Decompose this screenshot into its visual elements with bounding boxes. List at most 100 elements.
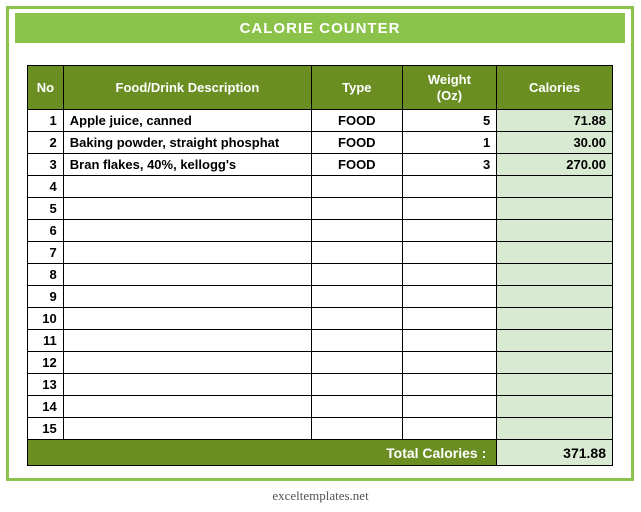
cell-weight[interactable] bbox=[402, 220, 497, 242]
cell-type[interactable] bbox=[312, 374, 402, 396]
cell-type[interactable] bbox=[312, 330, 402, 352]
title-bar: CALORIE COUNTER bbox=[15, 13, 625, 43]
cell-description[interactable] bbox=[63, 396, 311, 418]
cell-description[interactable] bbox=[63, 220, 311, 242]
cell-no[interactable]: 5 bbox=[28, 198, 64, 220]
table-row: 13 bbox=[28, 374, 613, 396]
cell-type[interactable] bbox=[312, 352, 402, 374]
total-value: 371.88 bbox=[497, 440, 613, 466]
cell-no[interactable]: 8 bbox=[28, 264, 64, 286]
table-row: 4 bbox=[28, 176, 613, 198]
header-calories: Calories bbox=[497, 66, 613, 110]
cell-weight[interactable] bbox=[402, 330, 497, 352]
cell-description[interactable]: Bran flakes, 40%, kellogg's bbox=[63, 154, 311, 176]
cell-calories: 71.88 bbox=[497, 110, 613, 132]
cell-no[interactable]: 15 bbox=[28, 418, 64, 440]
cell-weight[interactable] bbox=[402, 242, 497, 264]
cell-description[interactable]: Baking powder, straight phosphat bbox=[63, 132, 311, 154]
cell-weight[interactable] bbox=[402, 176, 497, 198]
cell-calories: 30.00 bbox=[497, 132, 613, 154]
cell-weight[interactable] bbox=[402, 286, 497, 308]
cell-weight[interactable] bbox=[402, 264, 497, 286]
cell-calories bbox=[497, 396, 613, 418]
cell-weight[interactable] bbox=[402, 374, 497, 396]
cell-description[interactable] bbox=[63, 418, 311, 440]
cell-description[interactable] bbox=[63, 330, 311, 352]
calorie-counter-frame: CALORIE COUNTER No Food/Drink Descriptio… bbox=[6, 6, 634, 481]
cell-weight[interactable] bbox=[402, 198, 497, 220]
cell-no[interactable]: 6 bbox=[28, 220, 64, 242]
header-type: Type bbox=[312, 66, 402, 110]
cell-no[interactable]: 11 bbox=[28, 330, 64, 352]
cell-type[interactable] bbox=[312, 220, 402, 242]
cell-description[interactable] bbox=[63, 242, 311, 264]
header-no: No bbox=[28, 66, 64, 110]
total-row: Total Calories : 371.88 bbox=[28, 440, 613, 466]
cell-calories bbox=[497, 176, 613, 198]
cell-type[interactable]: FOOD bbox=[312, 132, 402, 154]
cell-type[interactable] bbox=[312, 264, 402, 286]
cell-type[interactable] bbox=[312, 242, 402, 264]
table-row: 2Baking powder, straight phosphatFOOD130… bbox=[28, 132, 613, 154]
calorie-table: No Food/Drink Description Type Weight (O… bbox=[27, 65, 613, 466]
cell-type[interactable] bbox=[312, 198, 402, 220]
cell-weight[interactable] bbox=[402, 352, 497, 374]
cell-no[interactable]: 1 bbox=[28, 110, 64, 132]
table-row: 12 bbox=[28, 352, 613, 374]
cell-no[interactable]: 4 bbox=[28, 176, 64, 198]
table-row: 15 bbox=[28, 418, 613, 440]
header-description: Food/Drink Description bbox=[63, 66, 311, 110]
cell-description[interactable] bbox=[63, 198, 311, 220]
footer-credit: exceltemplates.net bbox=[0, 488, 641, 504]
cell-no[interactable]: 2 bbox=[28, 132, 64, 154]
total-label: Total Calories : bbox=[28, 440, 497, 466]
cell-type[interactable]: FOOD bbox=[312, 110, 402, 132]
cell-type[interactable] bbox=[312, 308, 402, 330]
cell-weight[interactable]: 5 bbox=[402, 110, 497, 132]
cell-calories bbox=[497, 264, 613, 286]
page-title: CALORIE COUNTER bbox=[240, 20, 401, 37]
table-row: 3Bran flakes, 40%, kellogg'sFOOD3270.00 bbox=[28, 154, 613, 176]
cell-calories bbox=[497, 308, 613, 330]
table-row: 9 bbox=[28, 286, 613, 308]
cell-no[interactable]: 14 bbox=[28, 396, 64, 418]
cell-weight[interactable]: 1 bbox=[402, 132, 497, 154]
cell-calories bbox=[497, 352, 613, 374]
table-row: 8 bbox=[28, 264, 613, 286]
cell-weight[interactable] bbox=[402, 396, 497, 418]
header-weight-line2: (Oz) bbox=[409, 88, 491, 104]
header-weight: Weight (Oz) bbox=[402, 66, 497, 110]
cell-type[interactable] bbox=[312, 286, 402, 308]
cell-calories bbox=[497, 220, 613, 242]
cell-description[interactable] bbox=[63, 264, 311, 286]
cell-calories bbox=[497, 198, 613, 220]
cell-type[interactable]: FOOD bbox=[312, 154, 402, 176]
table-row: 1Apple juice, cannedFOOD571.88 bbox=[28, 110, 613, 132]
cell-description[interactable] bbox=[63, 176, 311, 198]
cell-no[interactable]: 9 bbox=[28, 286, 64, 308]
header-row: No Food/Drink Description Type Weight (O… bbox=[28, 66, 613, 110]
cell-weight[interactable] bbox=[402, 308, 497, 330]
cell-type[interactable] bbox=[312, 176, 402, 198]
header-weight-line1: Weight bbox=[409, 72, 491, 88]
cell-no[interactable]: 7 bbox=[28, 242, 64, 264]
cell-no[interactable]: 3 bbox=[28, 154, 64, 176]
cell-description[interactable] bbox=[63, 374, 311, 396]
cell-no[interactable]: 12 bbox=[28, 352, 64, 374]
cell-weight[interactable]: 3 bbox=[402, 154, 497, 176]
cell-no[interactable]: 13 bbox=[28, 374, 64, 396]
cell-calories bbox=[497, 242, 613, 264]
cell-weight[interactable] bbox=[402, 418, 497, 440]
cell-description[interactable] bbox=[63, 352, 311, 374]
cell-no[interactable]: 10 bbox=[28, 308, 64, 330]
table-body: 1Apple juice, cannedFOOD571.882Baking po… bbox=[28, 110, 613, 440]
cell-type[interactable] bbox=[312, 418, 402, 440]
cell-description[interactable] bbox=[63, 286, 311, 308]
table-container: No Food/Drink Description Type Weight (O… bbox=[27, 65, 613, 466]
cell-description[interactable] bbox=[63, 308, 311, 330]
table-row: 7 bbox=[28, 242, 613, 264]
cell-calories bbox=[497, 286, 613, 308]
cell-description[interactable]: Apple juice, canned bbox=[63, 110, 311, 132]
cell-type[interactable] bbox=[312, 396, 402, 418]
table-row: 6 bbox=[28, 220, 613, 242]
